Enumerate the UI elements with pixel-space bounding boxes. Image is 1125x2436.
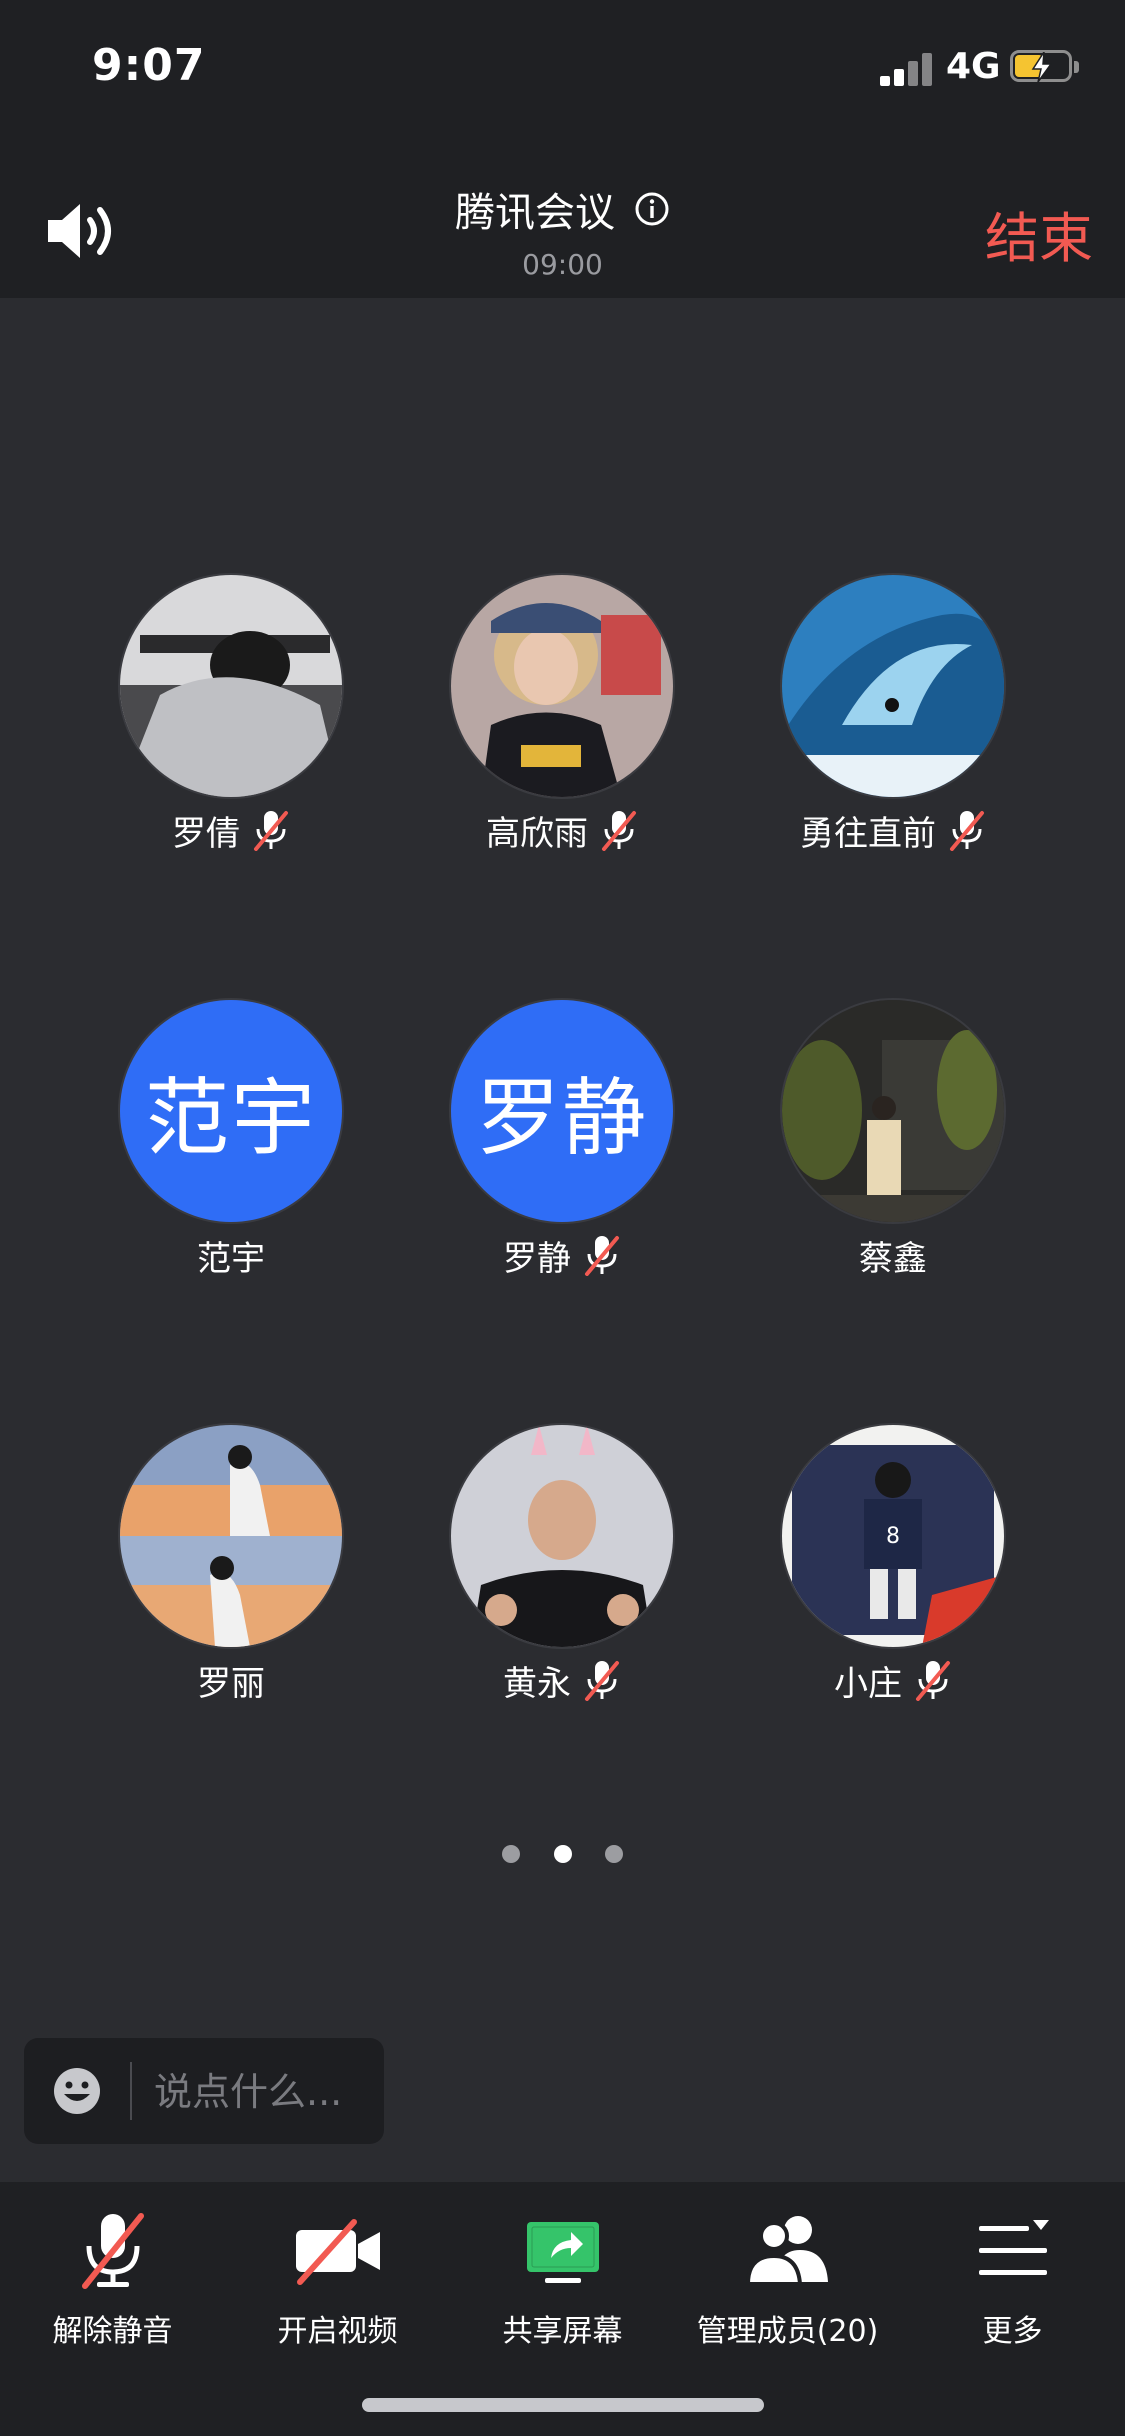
participant-tile[interactable]: 勇往直前 — [728, 575, 1058, 854]
home-indicator[interactable] — [362, 2398, 764, 2412]
chat-box — [24, 2038, 384, 2144]
participant-tile[interactable]: 范宇 范宇 — [66, 1000, 396, 1279]
meeting-time: 09:00 — [522, 248, 603, 281]
participant-tile[interactable]: 罗静 罗静 — [397, 1000, 727, 1279]
meeting-title-group[interactable]: 腾讯会议 — [0, 180, 1125, 238]
svg-text:8: 8 — [886, 1524, 900, 1549]
more-button[interactable]: 更多 — [900, 2202, 1125, 2350]
muted-mic-icon — [602, 811, 636, 851]
members-icon — [745, 2216, 828, 2286]
muted-mic-icon — [585, 1661, 619, 1701]
share-screen-button[interactable]: 共享屏幕 — [450, 2202, 675, 2350]
unmute-button[interactable]: 解除静音 — [0, 2202, 225, 2350]
participant-name: 高欣雨 — [486, 813, 588, 854]
muted-mic-icon — [916, 1661, 950, 1701]
participant-tile[interactable]: 蔡鑫 — [728, 1000, 1058, 1279]
end-meeting-button[interactable]: 结束 — [985, 194, 1093, 273]
manage-members-button[interactable]: 管理成员(20) — [675, 2202, 900, 2350]
meeting-title: 腾讯会议 — [454, 190, 615, 236]
avatar — [782, 575, 1004, 797]
page-dot[interactable] — [502, 1845, 521, 1863]
participant-tile[interactable]: 高欣雨 — [397, 575, 727, 854]
info-icon[interactable] — [634, 191, 670, 227]
network-type: 4G — [946, 46, 1001, 87]
participant-name: 小庄 — [834, 1663, 902, 1704]
participant-name: 罗丽 — [197, 1663, 265, 1704]
share-screen-label: 共享屏幕 — [502, 2314, 623, 2349]
participant-tile[interactable]: 罗丽 — [66, 1425, 396, 1704]
signal-icon — [880, 52, 936, 86]
participant-name: 罗倩 — [172, 813, 240, 854]
unmute-label: 解除静音 — [52, 2314, 173, 2349]
muted-mic-icon — [81, 2213, 144, 2289]
status-time: 9:07 — [92, 40, 206, 91]
muted-mic-icon — [254, 811, 288, 851]
avatar-initials: 罗静 — [475, 1068, 648, 1167]
participant-name: 范宇 — [197, 1238, 265, 1279]
participant-name: 黄永 — [503, 1663, 571, 1704]
participant-tile[interactable]: 黄永 — [397, 1425, 727, 1704]
participant-tile[interactable]: 罗倩 — [66, 575, 396, 854]
avatar — [120, 1425, 342, 1647]
avatar-initials: 范宇 — [144, 1068, 317, 1167]
participant-name: 罗静 — [503, 1238, 571, 1279]
participant-name: 勇往直前 — [800, 813, 936, 854]
start-video-button[interactable]: 开启视频 — [225, 2202, 450, 2350]
avatar: 罗静 — [451, 1000, 673, 1222]
avatar — [451, 575, 673, 797]
avatar: 8 — [782, 1425, 1004, 1647]
avatar — [120, 575, 342, 797]
muted-mic-icon — [950, 811, 984, 851]
start-video-label: 开启视频 — [277, 2314, 398, 2349]
avatar: 范宇 — [120, 1000, 342, 1222]
avatar — [451, 1425, 673, 1647]
muted-mic-icon — [585, 1236, 619, 1276]
page-indicator — [0, 1845, 1125, 1867]
video-off-icon — [295, 2219, 380, 2285]
battery-icon — [1010, 50, 1080, 84]
meeting-header: 腾讯会议 09:00 结束 — [0, 160, 1125, 298]
avatar — [782, 1000, 1004, 1222]
page-dot[interactable] — [604, 1845, 623, 1863]
chat-divider — [130, 2062, 132, 2120]
manage-members-label: 管理成员(20) — [696, 2314, 879, 2349]
participant-tile[interactable]: 8 小庄 — [728, 1425, 1058, 1704]
emoji-icon[interactable] — [52, 2066, 102, 2116]
chat-input[interactable] — [152, 2064, 376, 2120]
more-icon — [978, 2220, 1049, 2275]
share-screen-icon — [526, 2222, 599, 2283]
more-label: 更多 — [982, 2314, 1043, 2349]
participant-name: 蔡鑫 — [859, 1238, 927, 1279]
page-dot-active[interactable] — [553, 1845, 572, 1863]
status-bar: 9:07 4G — [0, 0, 1125, 140]
